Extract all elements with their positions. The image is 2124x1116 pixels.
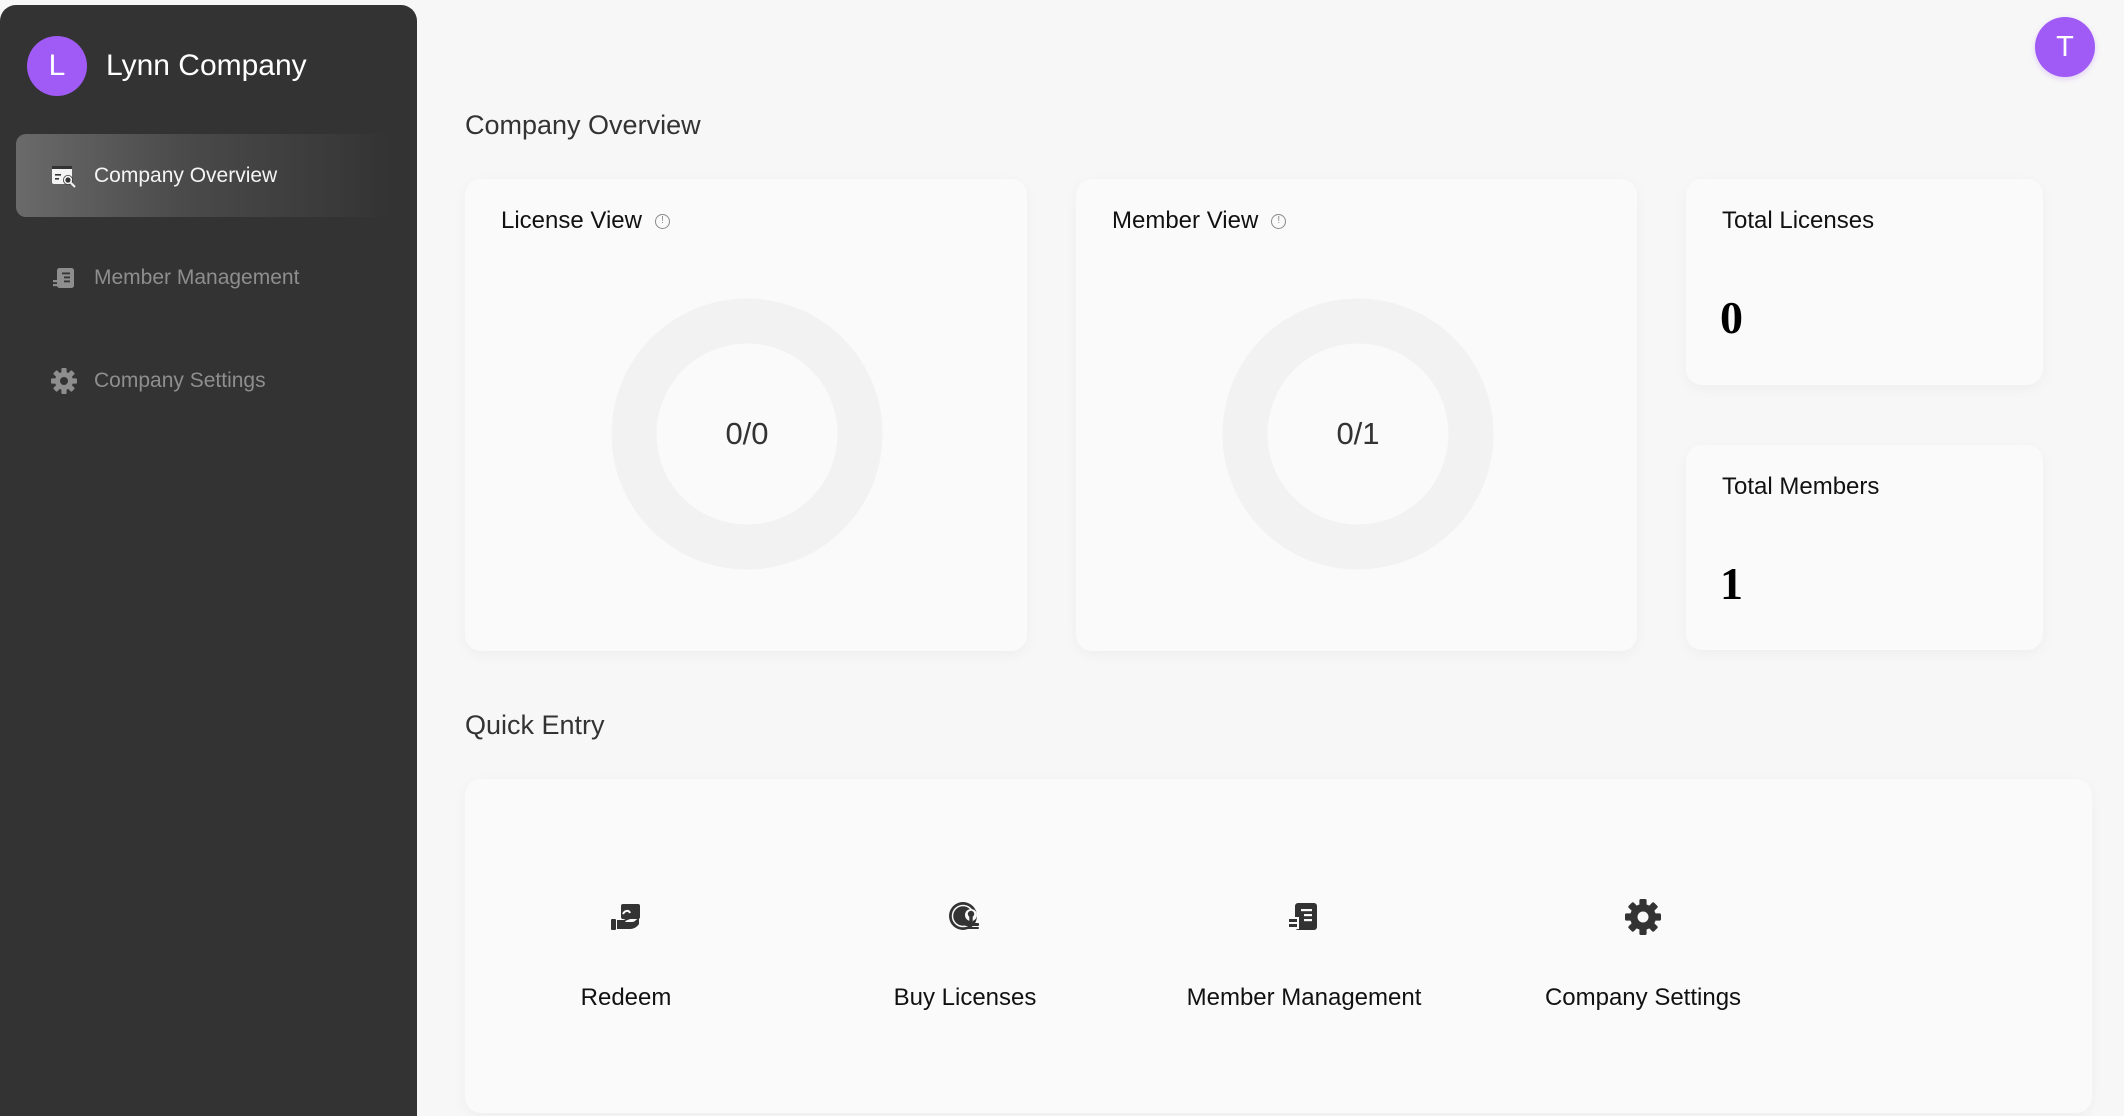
license-view-title: License View ! (501, 207, 670, 235)
company-avatar: L (27, 36, 87, 96)
member-ratio: 0/1 (1336, 416, 1380, 451)
total-licenses-label: Total Licenses (1722, 207, 1875, 234)
quick-entry-buy-licenses[interactable]: Buy Licenses (825, 896, 1105, 1066)
total-licenses-card: Total Licenses 0 (1686, 179, 2043, 385)
total-members-label: Total Members (1722, 473, 1880, 500)
card-title-text: Member View (1112, 207, 1259, 234)
overview-search-icon (50, 162, 78, 190)
user-avatar[interactable]: T (2035, 17, 2095, 77)
member-list-icon (50, 264, 78, 292)
quick-entry-member-management[interactable]: Member Management (1164, 896, 1444, 1066)
quick-entry-panel: Redeem Buy Licenses Member Management Co… (465, 779, 2092, 1113)
redeem-hand-card-icon (605, 896, 647, 938)
license-view-card: License View ! 0/0 (465, 179, 1027, 651)
sidebar-item-label: Company Settings (94, 368, 266, 392)
member-view-title: Member View ! (1112, 207, 1287, 235)
quick-entry-label: Buy Licenses (893, 984, 1037, 1011)
company-name: Lynn Company (106, 49, 307, 82)
info-icon[interactable]: ! (1271, 213, 1287, 229)
quick-entry-label: Member Management (1186, 984, 1422, 1011)
member-view-card: Member View ! 0/1 (1076, 179, 1637, 651)
page-title: Company Overview (465, 110, 701, 140)
total-members-value: 1 (1720, 558, 1743, 609)
sidebar-item-company-overview[interactable]: Company Overview (16, 134, 390, 217)
quick-entry-redeem[interactable]: Redeem (486, 896, 766, 1066)
quick-entry-label: Company Settings (1544, 984, 1742, 1011)
quick-entry-label: Redeem (580, 984, 672, 1011)
quick-entry-company-settings[interactable]: Company Settings (1503, 896, 1783, 1066)
total-licenses-value: 0 (1720, 292, 1743, 343)
sidebar-item-label: Company Overview (94, 163, 278, 187)
total-members-card: Total Members 1 (1686, 445, 2043, 650)
brand: L Lynn Company (27, 36, 307, 96)
gear-icon (50, 367, 78, 395)
gear-icon (1622, 896, 1664, 938)
buy-license-badge-icon (944, 896, 986, 938)
sidebar-item-label: Member Management (94, 265, 300, 289)
sidebar-item-company-settings[interactable]: Company Settings (16, 339, 390, 422)
info-icon[interactable]: ! (654, 213, 670, 229)
quick-entry-title: Quick Entry (465, 710, 605, 740)
sidebar: L Lynn Company Company Overview Member M… (0, 5, 417, 1116)
sidebar-item-member-management[interactable]: Member Management (16, 236, 390, 319)
member-list-icon (1283, 896, 1325, 938)
card-title-text: License View (501, 207, 642, 234)
license-ratio: 0/0 (725, 416, 769, 451)
